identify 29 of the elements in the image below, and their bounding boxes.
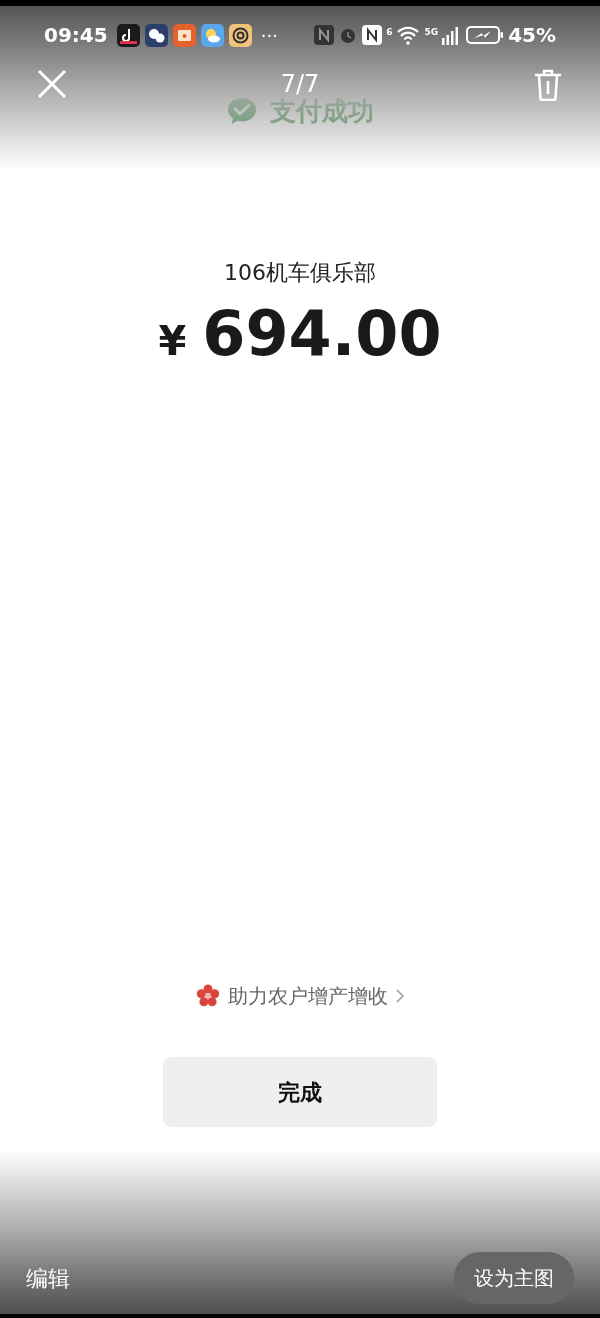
battery-charging-icon	[466, 25, 505, 45]
payment-status: 支付成功	[270, 96, 374, 126]
image-counter: 7/7	[280, 72, 320, 96]
target-app-icon	[228, 23, 252, 47]
chevron-right-icon	[396, 989, 404, 1003]
nfc-icon	[314, 25, 335, 45]
close-button[interactable]	[36, 68, 68, 100]
payment-amount: 694.00	[202, 303, 442, 365]
edit-button[interactable]: 编辑	[26, 1254, 70, 1304]
more-notifications: ···	[260, 23, 278, 48]
promo-link[interactable]: 助力农户增产增收	[228, 981, 388, 1011]
set-as-cover-button[interactable]: 设为主图	[454, 1252, 574, 1304]
merchant-name: 106机车俱乐部	[224, 259, 376, 287]
envelope-app-icon	[172, 23, 196, 47]
status-time: 09:45	[44, 22, 108, 49]
flower-icon	[196, 984, 220, 1008]
battery-level: 45%	[508, 22, 556, 49]
signal-icon	[442, 25, 459, 45]
chat-app-icon	[144, 23, 168, 47]
weather-app-icon	[200, 23, 224, 47]
done-button[interactable]: 完成	[163, 1057, 437, 1127]
currency-symbol: ¥	[158, 317, 187, 366]
video-app-icon	[116, 23, 140, 47]
network-type: 5G	[424, 26, 439, 39]
wifi-icon	[396, 25, 421, 45]
delete-button[interactable]	[532, 68, 564, 102]
chat-bubble-check-icon	[226, 96, 258, 126]
nfc-icon	[362, 25, 383, 45]
wifi-tag: 6	[386, 26, 393, 40]
